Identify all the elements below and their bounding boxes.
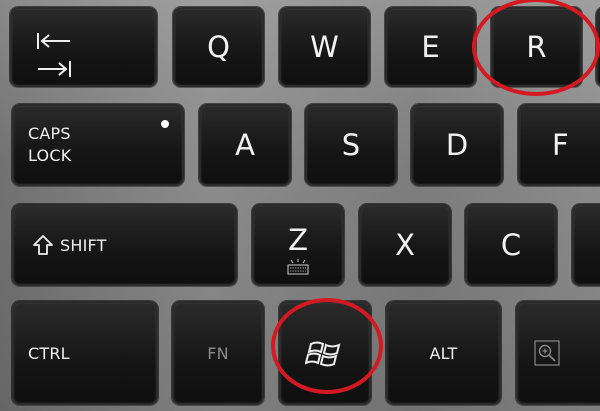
key-shift-label: SHIFT [60,235,107,255]
key-alt-label: ALT [429,343,458,363]
key-q: Q [173,7,264,87]
key-e-label: E [421,30,440,64]
key-r: R [491,7,582,87]
key-w-label: W [310,30,339,64]
key-caps-label-line2: LOCK [28,146,72,165]
key-ctrl-label: CTRL [28,343,70,363]
key-d-label: D [445,128,469,162]
key-x-label: X [395,228,415,262]
key-s: S [305,104,397,186]
key-partial-t [596,7,600,87]
key-d: D [411,104,503,186]
tab-arrows-icon [37,33,71,77]
key-a-label: A [235,128,255,162]
key-c-label: C [500,228,522,262]
key-x: X [359,204,451,286]
key-e: E [385,7,476,87]
key-partial-v [572,204,600,286]
key-fn: FN [172,301,264,405]
key-ctrl: CTRL [12,301,158,405]
key-r-label: R [526,30,547,64]
key-a: A [199,104,291,186]
windows-logo-icon [305,341,341,367]
key-c: C [465,204,557,286]
key-tab [10,7,157,87]
key-shift: SHIFT [12,204,237,286]
zoom-magnifier-icon [534,340,560,366]
key-caps-label-line1: CAPS [28,124,71,143]
key-z-label: Z [288,223,308,257]
caps-lock-indicator-led [161,120,169,128]
key-windows [279,301,371,405]
keyboard-backlight-icon [287,259,309,275]
key-w: W [279,7,370,87]
keyboard-photo: Q W E R CAPS LOCK A S D F SHIFT Z X C CT… [0,0,600,411]
shift-arrow-icon [33,235,53,255]
key-caps-lock: CAPS LOCK [12,104,184,186]
key-alt: ALT [386,301,501,405]
key-fn-label: FN [207,343,229,363]
key-f-label: F [552,128,569,162]
key-f: F [518,104,600,186]
key-q-label: Q [207,30,230,64]
key-zoom [516,301,600,405]
key-z: Z [252,204,344,286]
key-s-label: S [341,128,361,162]
